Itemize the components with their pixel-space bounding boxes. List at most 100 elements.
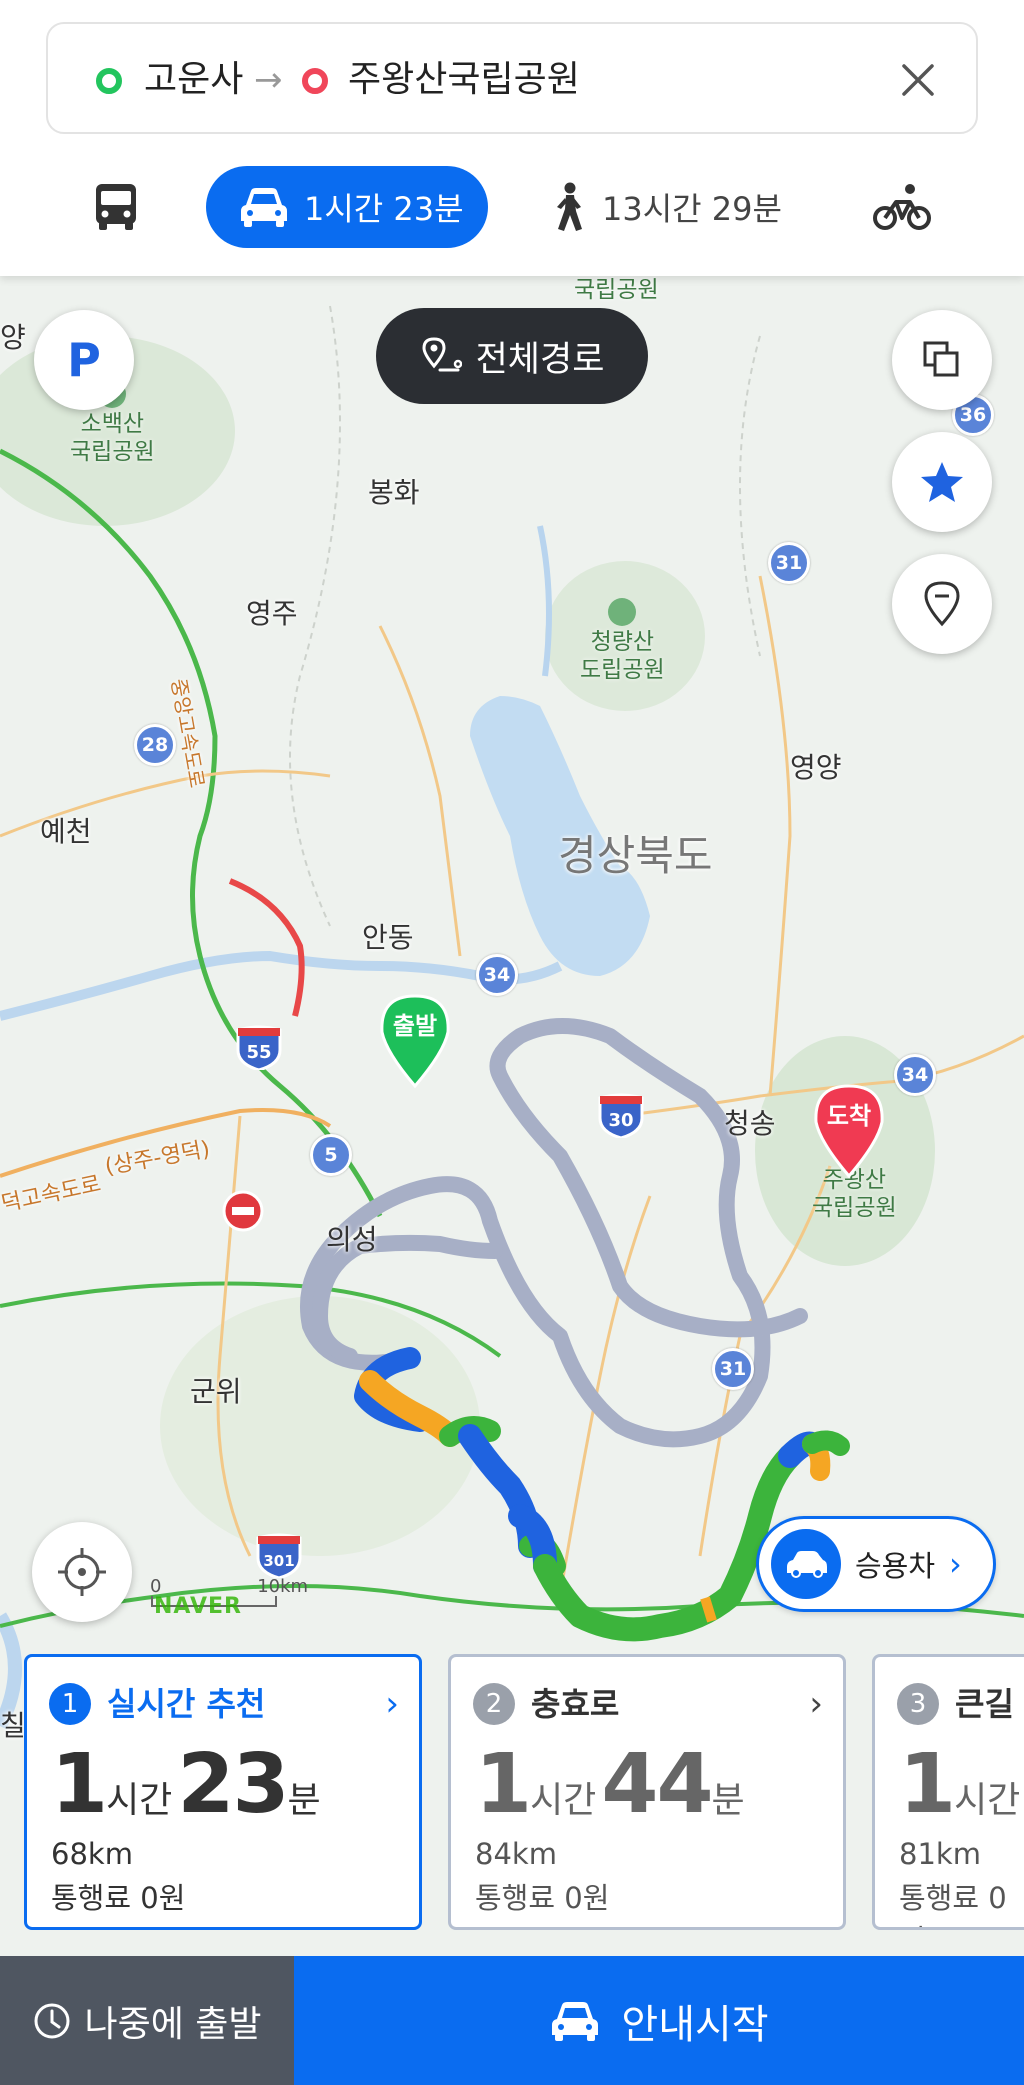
label-yecheon: 예천 [40, 815, 92, 848]
route-rank: 2 [473, 1683, 515, 1725]
close-icon[interactable] [894, 56, 942, 104]
route-time: 1시간 [899, 1744, 1021, 1847]
tab-bicycle[interactable] [872, 166, 932, 248]
route-search-box[interactable]: 고운사 → 주왕산국립공원 [46, 22, 978, 134]
header: 고운사 → 주왕산국립공원 1시간 23분 13시간 29분 [0, 0, 1024, 276]
parking-button[interactable]: P [34, 310, 134, 410]
label-andong: 안동 [362, 921, 414, 954]
destination-text[interactable]: 주왕산국립공원 [348, 54, 580, 106]
car-icon [552, 2001, 599, 2041]
walk-icon [557, 182, 582, 231]
end-pin-label: 도착 [826, 1102, 872, 1130]
origin-text[interactable]: 고운사 [144, 54, 243, 106]
arrow-icon: → [254, 60, 283, 100]
label-gyeongsangbukdo: 경상북도 [558, 831, 713, 880]
route-hours: 1 [475, 1737, 532, 1832]
route-toll: 통행료 0원 [51, 1881, 186, 1915]
tab-car[interactable]: 1시간 23분 [206, 166, 488, 248]
route-minutes: 44 [601, 1737, 713, 1832]
start-pin[interactable]: 출발 [378, 992, 452, 1089]
vehicle-icon-circle [771, 1529, 841, 1599]
route-rank: 3 [897, 1683, 939, 1725]
park-name: 소백산 [80, 411, 145, 437]
hour-unit: 시간 [954, 1780, 1021, 1821]
no-entry-icon [222, 1190, 264, 1232]
start-navigation-button[interactable]: 안내시작 [294, 1956, 1024, 2085]
tab-bus[interactable] [92, 166, 140, 248]
park-name: 청량산 [590, 629, 655, 655]
origin-dot-icon [96, 68, 122, 94]
highway-30-label: 30 [608, 1110, 633, 1131]
route-card-2[interactable]: 2 충효로 › 1시간 44분 84km 통행료 0원 [448, 1654, 846, 1930]
tab-walk[interactable]: 13시간 29분 [548, 166, 782, 248]
park-cheongnyangsan: 청량산 도립공원 [580, 598, 665, 684]
end-pin[interactable]: 도착 [812, 1082, 886, 1179]
car-icon [241, 188, 287, 227]
park-type: 도립공원 [580, 657, 665, 683]
route-distance: 68km [51, 1837, 133, 1871]
destination-dot-icon [302, 68, 328, 94]
favorites-button[interactable] [892, 432, 992, 532]
route-distance: 84km [475, 1837, 557, 1871]
route-pin-icon [422, 337, 462, 372]
highway-301-shield: 301 [256, 1533, 302, 1578]
map-layers-button[interactable] [892, 310, 992, 410]
highway-301-label: 301 [263, 1552, 294, 1570]
star-icon [921, 462, 963, 502]
vehicle-type-button[interactable]: 승용차 › [756, 1516, 996, 1612]
route-hours: 1 [51, 1737, 108, 1832]
route-minutes: 23 [177, 1737, 289, 1832]
clock-icon [34, 2003, 70, 2038]
label-gunwi: 군위 [190, 1375, 242, 1408]
label-cheongsong: 청송 [724, 1107, 776, 1140]
label-yeongju: 영주 [246, 597, 298, 630]
location-pin-icon [924, 581, 960, 627]
route-toll: 통행료 0원 [475, 1881, 610, 1915]
route-time: 1시간 23분 [51, 1744, 321, 1847]
park-tree-icon [608, 598, 637, 626]
route-number-5: 5 [310, 1134, 352, 1176]
route-toll: 통행료 0원 [899, 1881, 1007, 1927]
bicycle-icon [873, 184, 931, 230]
chevron-right-icon: › [949, 1545, 962, 1583]
route-card-3[interactable]: 3 큰길 1시간 81km 통행료 0원 [872, 1654, 1024, 1930]
whole-route-button[interactable]: 전체경로 [376, 308, 648, 404]
route-cards: 1 실시간 추천 › 1시간 23분 68km 통행료 0원 2 충효로 › 1… [0, 1650, 1024, 1940]
minute-unit: 분 [711, 1780, 745, 1821]
start-pin-label: 출발 [392, 1012, 438, 1040]
crosshair-icon [58, 1548, 106, 1596]
my-location-button[interactable] [32, 1522, 132, 1622]
route-number-28: 28 [134, 724, 176, 766]
depart-later-label: 나중에 출발 [84, 2003, 262, 2045]
route-number-31-south: 31 [712, 1348, 754, 1390]
parking-icon: P [67, 333, 101, 387]
route-hours: 1 [899, 1737, 956, 1832]
label-yeongyang: 영양 [790, 751, 842, 784]
label-yang: 양 [0, 321, 26, 354]
naver-logo: NAVER [154, 1594, 242, 1619]
chevron-right-icon: › [385, 1684, 399, 1724]
chevron-right-icon: › [809, 1684, 823, 1724]
bus-icon [96, 184, 136, 230]
route-rank: 1 [49, 1683, 91, 1725]
transport-mode-tabs: 1시간 23분 13시간 29분 [0, 166, 1024, 248]
location-pin-button[interactable] [892, 554, 992, 654]
car-icon [787, 1551, 827, 1578]
route-name: 실시간 추천 [107, 1685, 266, 1723]
highway-55-shield: 55 [236, 1025, 282, 1070]
scale-distance: 10km [257, 1576, 309, 1597]
park-label-top: 국립공원 [574, 277, 659, 303]
route-number-31: 31 [768, 542, 810, 584]
park-type: 국립공원 [812, 1195, 897, 1221]
route-name: 큰길 [955, 1685, 1014, 1723]
route-card-1[interactable]: 1 실시간 추천 › 1시간 23분 68km 통행료 0원 [24, 1654, 422, 1930]
vehicle-type-label: 승용차 [855, 1549, 936, 1583]
highway-55-label: 55 [246, 1042, 271, 1063]
whole-route-label: 전체경로 [475, 339, 605, 380]
route-distance: 81km [899, 1837, 981, 1871]
minute-unit: 분 [287, 1780, 321, 1821]
route-number-34: 34 [476, 954, 518, 996]
car-duration: 1시간 23분 [304, 190, 464, 228]
route-name: 충효로 [531, 1685, 620, 1723]
depart-later-button[interactable]: 나중에 출발 [0, 1956, 294, 2085]
